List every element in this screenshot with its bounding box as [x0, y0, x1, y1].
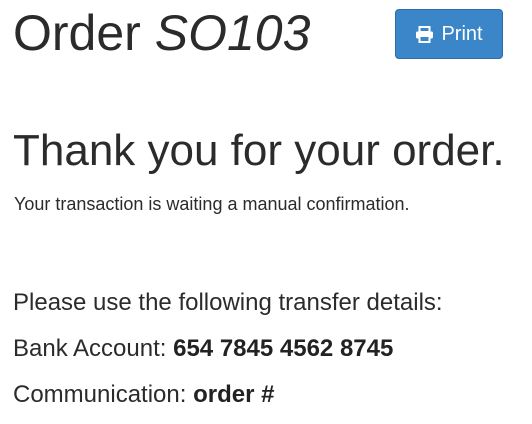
transfer-details-intro: Please use the following transfer detail… — [13, 289, 443, 316]
printer-icon — [415, 25, 434, 43]
thank-you-heading: Thank you for your order. — [13, 126, 505, 175]
order-reference: SO103 — [154, 5, 311, 61]
bank-account-row: Bank Account: 654 7845 4562 8745 — [13, 334, 393, 364]
transaction-status-message: Your transaction is waiting a manual con… — [14, 194, 410, 214]
bank-account-value: 654 7845 4562 8745 — [173, 335, 394, 362]
print-button-label: Print — [441, 22, 483, 45]
print-button[interactable]: Print — [395, 9, 503, 59]
order-title-prefix: Order — [13, 5, 141, 61]
communication-row: Communication: order # — [13, 380, 274, 410]
communication-label: Communication: — [13, 381, 187, 408]
bank-account-label: Bank Account: — [13, 335, 167, 362]
page-title: Order SO103 — [13, 4, 310, 62]
communication-value: order # — [193, 381, 275, 408]
